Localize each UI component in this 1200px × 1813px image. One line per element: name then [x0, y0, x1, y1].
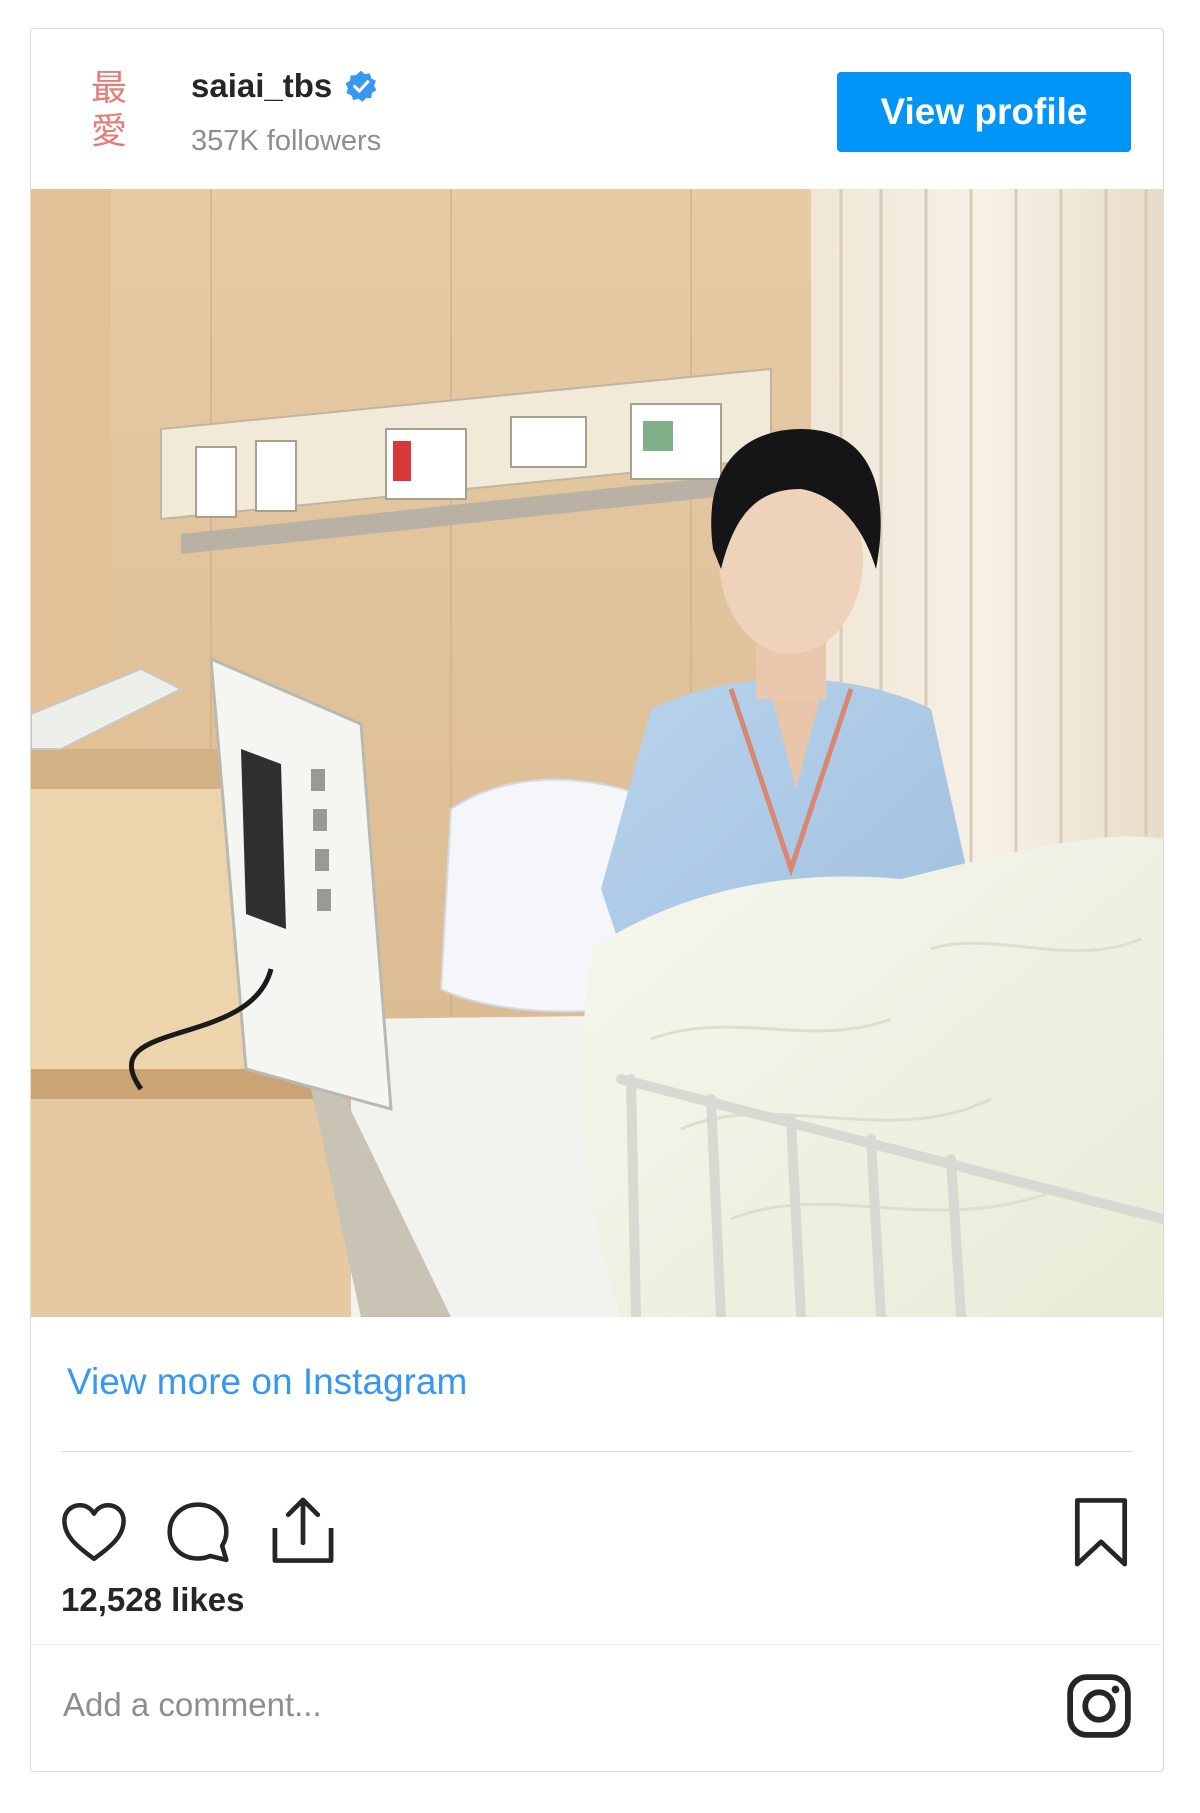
instagram-embed-card: 最 愛 saiai_tbs 357K followers View profil…	[30, 28, 1164, 1772]
avatar[interactable]: 最 愛	[83, 67, 135, 157]
instagram-logo-icon[interactable]	[1066, 1673, 1132, 1739]
avatar-char-2: 愛	[90, 111, 127, 152]
heart-icon[interactable]	[59, 1501, 129, 1563]
verified-badge-icon	[345, 70, 377, 102]
divider	[61, 1451, 1133, 1452]
view-profile-button[interactable]: View profile	[837, 72, 1131, 152]
post-header: 最 愛 saiai_tbs 357K followers View profil…	[31, 29, 1163, 189]
comment-input[interactable]	[61, 1669, 965, 1741]
divider	[31, 1644, 1163, 1645]
share-icon[interactable]	[269, 1495, 337, 1567]
post-photo[interactable]	[31, 189, 1163, 1317]
avatar-char-1: 最	[90, 68, 127, 109]
followers-count: 357K followers	[191, 125, 382, 157]
username[interactable]: saiai_tbs	[191, 67, 332, 105]
bookmark-icon[interactable]	[1071, 1496, 1131, 1570]
username-row: saiai_tbs	[191, 67, 378, 105]
comment-icon[interactable]	[163, 1499, 233, 1567]
likes-count: 12,528 likes	[61, 1581, 245, 1618]
view-more-on-instagram-link[interactable]: View more on Instagram	[67, 1361, 467, 1403]
